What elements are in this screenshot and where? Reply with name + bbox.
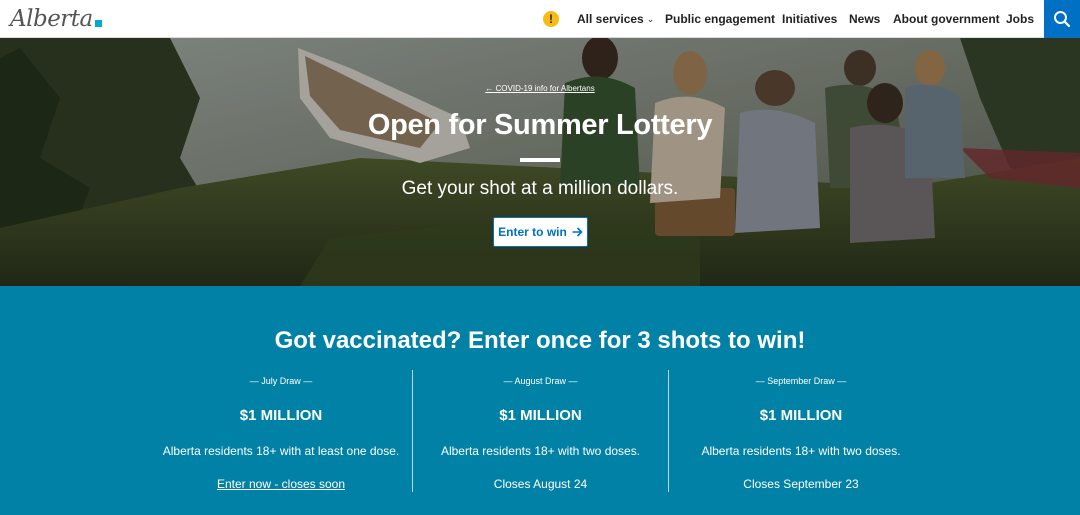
draw-amount: $1 MILLION	[759, 407, 843, 424]
nav-all-services-label: All services	[577, 12, 644, 26]
nav-about-government[interactable]: About government	[893, 12, 1000, 26]
nav-jobs[interactable]: Jobs	[1006, 12, 1034, 26]
draw-card-august: — August Draw — $1 MILLION Alberta resid…	[413, 370, 668, 492]
draw-closing-date: Closes September 23	[743, 477, 859, 491]
draw-name: — July Draw —	[249, 376, 313, 386]
chevron-down-icon: ⌄	[646, 14, 655, 24]
draw-card-september: — September Draw — $1 MILLION Alberta re…	[669, 370, 933, 492]
nav-public-engagement[interactable]: Public engagement	[665, 12, 775, 26]
back-arrow-icon: ←	[485, 84, 494, 93]
draw-description: Alberta residents 18+ with two doses.	[701, 444, 901, 458]
draw-description: Alberta residents 18+ with two doses.	[440, 444, 641, 458]
hero-title: Open for Summer Lottery	[367, 109, 713, 141]
nav-all-services[interactable]: All services ⌄	[577, 12, 654, 26]
site-header: Alberta ! All services ⌄ Public engagemen…	[0, 0, 1080, 38]
alert-icon[interactable]: !	[543, 11, 559, 27]
hero-banner: ← COVID-19 info for Albertans Open for S…	[0, 38, 1080, 286]
draw-amount: $1 MILLION	[239, 407, 323, 424]
nav-initiatives[interactable]: Initiatives	[782, 12, 837, 26]
draw-closing-date: Closes August 24	[493, 477, 588, 491]
draw-name: — August Draw —	[503, 376, 578, 386]
nav-news[interactable]: News	[849, 12, 880, 26]
draws-section: Got vaccinated? Enter once for 3 shots t…	[0, 286, 1080, 515]
logo-wordmark: Alberta	[10, 6, 93, 32]
enter-now-link[interactable]: Enter now - closes soon	[152, 477, 410, 491]
enter-to-win-label: Enter to win	[498, 225, 567, 239]
draw-amount: $1 MILLION	[499, 407, 582, 424]
draws-title: Got vaccinated? Enter once for 3 shots t…	[274, 327, 806, 354]
draw-name: — September Draw —	[755, 376, 847, 386]
enter-to-win-button[interactable]: Enter to win	[493, 217, 588, 247]
draw-description: Alberta residents 18+ with at least one …	[162, 444, 400, 458]
alberta-logo[interactable]: Alberta	[10, 3, 102, 35]
hero-divider	[520, 158, 560, 162]
covid-info-link[interactable]: ← COVID-19 info for Albertans	[0, 84, 1080, 93]
logo-accent-square	[94, 20, 102, 27]
search-button[interactable]	[1044, 0, 1080, 38]
arrow-right-icon	[572, 227, 583, 237]
hero-subtitle: Get your shot at a million dollars.	[401, 178, 679, 199]
covid-info-link-label: COVID-19 info for Albertans	[495, 84, 595, 93]
hero-overlay	[0, 38, 1080, 286]
search-icon	[1054, 11, 1071, 28]
draw-card-july: — July Draw — $1 MILLION Alberta residen…	[152, 370, 410, 492]
